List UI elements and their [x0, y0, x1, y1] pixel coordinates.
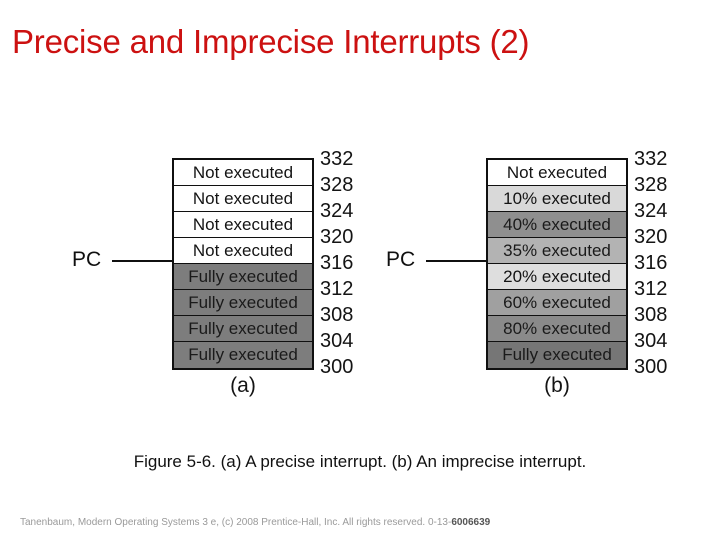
- pc-pointer-b: PC: [386, 247, 502, 277]
- address-label: 324: [320, 200, 354, 222]
- slide-canvas: Precise and Imprecise Interrupts (2) PC …: [0, 0, 720, 540]
- memory-row: Not executed: [488, 160, 626, 186]
- memory-row: Not executed: [174, 212, 312, 238]
- panel-b: PC Not executed 10% executed 40% execute…: [372, 130, 672, 410]
- memory-row: Not executed: [174, 238, 312, 264]
- page-title: Precise and Imprecise Interrupts (2): [12, 23, 530, 60]
- address-label: 320: [634, 226, 668, 248]
- memory-row: Fully executed: [174, 290, 312, 316]
- pc-label-b: PC: [386, 248, 416, 271]
- address-label: 300: [634, 356, 668, 378]
- memory-row: 80% executed: [488, 316, 626, 342]
- address-label: 324: [634, 200, 668, 222]
- address-label: 328: [634, 174, 668, 196]
- address-label: 312: [320, 278, 354, 300]
- address-label: 332: [320, 148, 354, 170]
- memory-row: Fully executed: [174, 264, 312, 290]
- pc-arrow-line-icon-a: [112, 260, 174, 262]
- memory-row: 40% executed: [488, 212, 626, 238]
- address-label: 316: [320, 252, 354, 274]
- address-label: 304: [634, 330, 668, 352]
- pc-arrow-line-icon-b: [426, 260, 488, 262]
- memory-row: 10% executed: [488, 186, 626, 212]
- panel-label-a: (a): [230, 374, 256, 397]
- memory-row: Fully executed: [488, 342, 626, 368]
- figure-5-6: PC Not executed Not executed Not execute…: [0, 130, 720, 420]
- address-label: 308: [634, 304, 668, 326]
- footer-copyright: Tanenbaum, Modern Operating Systems 3 e,…: [20, 516, 710, 529]
- figure-caption: Figure 5-6. (a) A precise interrupt. (b)…: [133, 452, 587, 471]
- memory-row: Fully executed: [174, 316, 312, 342]
- address-column-b: 332 328 324 320 316 312 308 304 300: [634, 146, 686, 380]
- address-label: 308: [320, 304, 354, 326]
- address-label: 300: [320, 356, 354, 378]
- memory-row: 20% executed: [488, 264, 626, 290]
- address-label: 328: [320, 174, 354, 196]
- address-label: 316: [634, 252, 668, 274]
- address-label: 312: [634, 278, 668, 300]
- footer-text: Tanenbaum, Modern Operating Systems 3 e,…: [20, 517, 452, 528]
- memory-row: Not executed: [174, 160, 312, 186]
- memory-row: 35% executed: [488, 238, 626, 264]
- address-column-a: 332 328 324 320 316 312 308 304 300: [320, 146, 372, 380]
- pc-label-a: PC: [72, 248, 102, 271]
- memory-column-b: Not executed 10% executed 40% executed 3…: [486, 158, 628, 370]
- pc-pointer-a: PC: [72, 247, 188, 277]
- memory-column-a: Not executed Not executed Not executed N…: [172, 158, 314, 370]
- panel-a: PC Not executed Not executed Not execute…: [58, 130, 358, 410]
- address-label: 304: [320, 330, 354, 352]
- panel-label-b: (b): [544, 374, 570, 397]
- memory-row: 60% executed: [488, 290, 626, 316]
- address-label: 332: [634, 148, 668, 170]
- footer-isbn: 6006639: [451, 517, 491, 528]
- memory-row: Fully executed: [174, 342, 312, 368]
- memory-row: Not executed: [174, 186, 312, 212]
- address-label: 320: [320, 226, 354, 248]
